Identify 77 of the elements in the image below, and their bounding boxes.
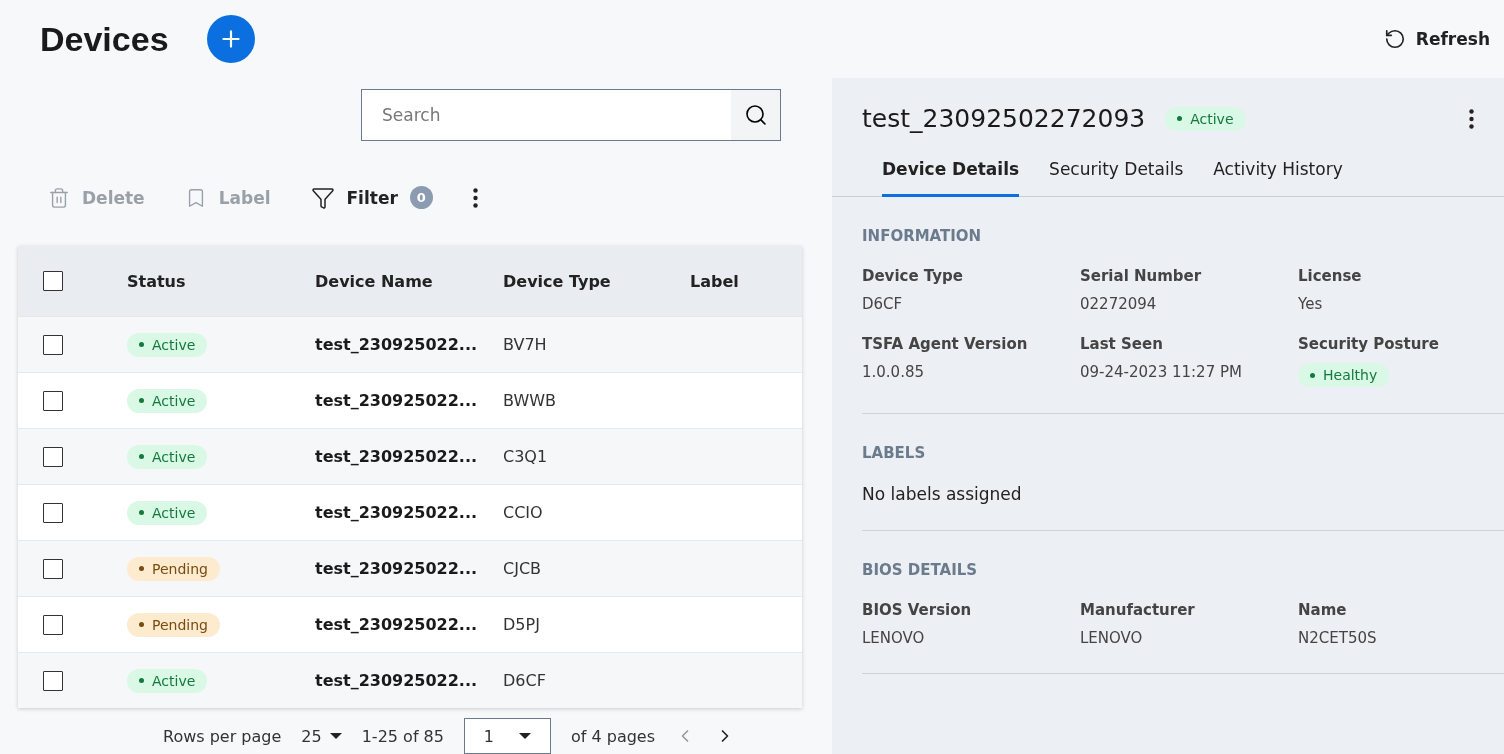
filter-icon — [310, 185, 335, 210]
empty-labels-text: No labels assigned — [862, 484, 1023, 504]
rows-per-page-select[interactable]: 25 — [301, 726, 342, 746]
status-badge: Active — [127, 668, 208, 693]
column-header: Device Type — [503, 271, 612, 291]
status-badge: Active — [1165, 106, 1246, 131]
field-value: D6CF — [862, 295, 903, 313]
field-label: Security Posture — [1298, 335, 1439, 353]
device-title: test_23092502272093 — [862, 104, 1146, 133]
trash-icon — [48, 186, 70, 209]
field-value: LENOVO — [862, 629, 925, 647]
more-options-button[interactable] — [1469, 108, 1474, 129]
page-select[interactable]: 1 — [463, 718, 551, 754]
status-badge: Pending — [127, 556, 220, 581]
column-header: Status — [127, 271, 187, 291]
row-checkbox[interactable] — [43, 334, 63, 355]
row-checkbox[interactable] — [43, 558, 63, 579]
row-checkbox[interactable] — [43, 502, 63, 523]
tab[interactable]: Security Details — [1049, 147, 1184, 197]
row-checkbox[interactable] — [43, 446, 63, 467]
range-text: 1-25 of 85 — [361, 726, 444, 746]
status-badge: Active — [127, 444, 208, 469]
status-badge: Active — [127, 388, 208, 413]
device-name-cell-text: test_230925022... — [315, 615, 479, 634]
device-name-cell-text: test_230925022... — [315, 335, 479, 354]
status-badge: Pending — [127, 612, 220, 637]
filter-count-badge: 0 — [409, 186, 433, 209]
page-title: Devices — [40, 19, 169, 59]
field-label: Name — [1298, 601, 1347, 619]
device-type-cell-text: CJCB — [503, 559, 543, 578]
page-count-text: of 4 pages — [570, 726, 656, 746]
field-value: Yes — [1298, 295, 1323, 313]
field-label: Device Type — [862, 267, 963, 285]
add-button[interactable] — [206, 15, 255, 63]
section-heading: LABELS — [862, 444, 927, 462]
device-name-cell-text: test_230925022... — [315, 559, 479, 578]
row-checkbox[interactable] — [43, 670, 63, 691]
field-value: 09-24-2023 11:27 PM — [1080, 363, 1242, 381]
device-type-cell-text: BWWB — [503, 391, 558, 410]
field-value: LENOVO — [1080, 629, 1143, 647]
more-options-button[interactable] — [472, 187, 478, 208]
field-label: Manufacturer — [1080, 601, 1195, 619]
device-type-cell-text: C3Q1 — [503, 447, 549, 466]
device-type-cell-text: D6CF — [503, 671, 547, 690]
device-type-cell-text: D5PJ — [503, 615, 541, 634]
refresh-icon — [1383, 28, 1406, 50]
status-badge: Active — [127, 332, 208, 357]
row-checkbox[interactable] — [43, 390, 63, 411]
rows-per-page-label: Rows per page — [163, 726, 282, 746]
device-type-cell-text: CCIO — [503, 503, 544, 522]
column-header: Label — [690, 271, 740, 291]
section-heading: INFORMATION — [862, 227, 983, 245]
device-name-cell-text: test_230925022... — [315, 447, 479, 466]
tab[interactable]: Device Details — [882, 147, 1020, 197]
field-value: 1.0.0.85 — [862, 363, 925, 381]
device-name-cell-text: test_230925022... — [315, 671, 479, 690]
column-header: Device Name — [315, 271, 434, 291]
filter-button[interactable]: Filter 0 — [310, 185, 433, 210]
select-all-checkbox[interactable] — [43, 271, 63, 291]
status-badge: Active — [127, 500, 208, 525]
field-value: N2CET50S — [1298, 629, 1377, 647]
device-name-cell-text: test_230925022... — [315, 391, 479, 410]
more-icon — [472, 187, 478, 208]
field-value: 02272094 — [1080, 295, 1157, 313]
posture-badge: Healthy — [1298, 363, 1390, 387]
field-label: License — [1298, 267, 1362, 285]
device-name-cell-text: test_230925022... — [315, 503, 479, 522]
device-type-cell-text: BV7H — [503, 335, 548, 354]
more-icon — [1469, 108, 1474, 129]
field-label: TSFA Agent Version — [862, 335, 1028, 353]
row-checkbox[interactable] — [43, 614, 63, 635]
field-label: BIOS Version — [862, 601, 972, 619]
refresh-button[interactable]: Refresh — [1383, 28, 1490, 50]
section-heading: BIOS DETAILS — [862, 561, 979, 579]
field-label: Serial Number — [1080, 267, 1202, 285]
tab[interactable]: Activity History — [1213, 147, 1343, 197]
field-label: Last Seen — [1080, 335, 1163, 353]
